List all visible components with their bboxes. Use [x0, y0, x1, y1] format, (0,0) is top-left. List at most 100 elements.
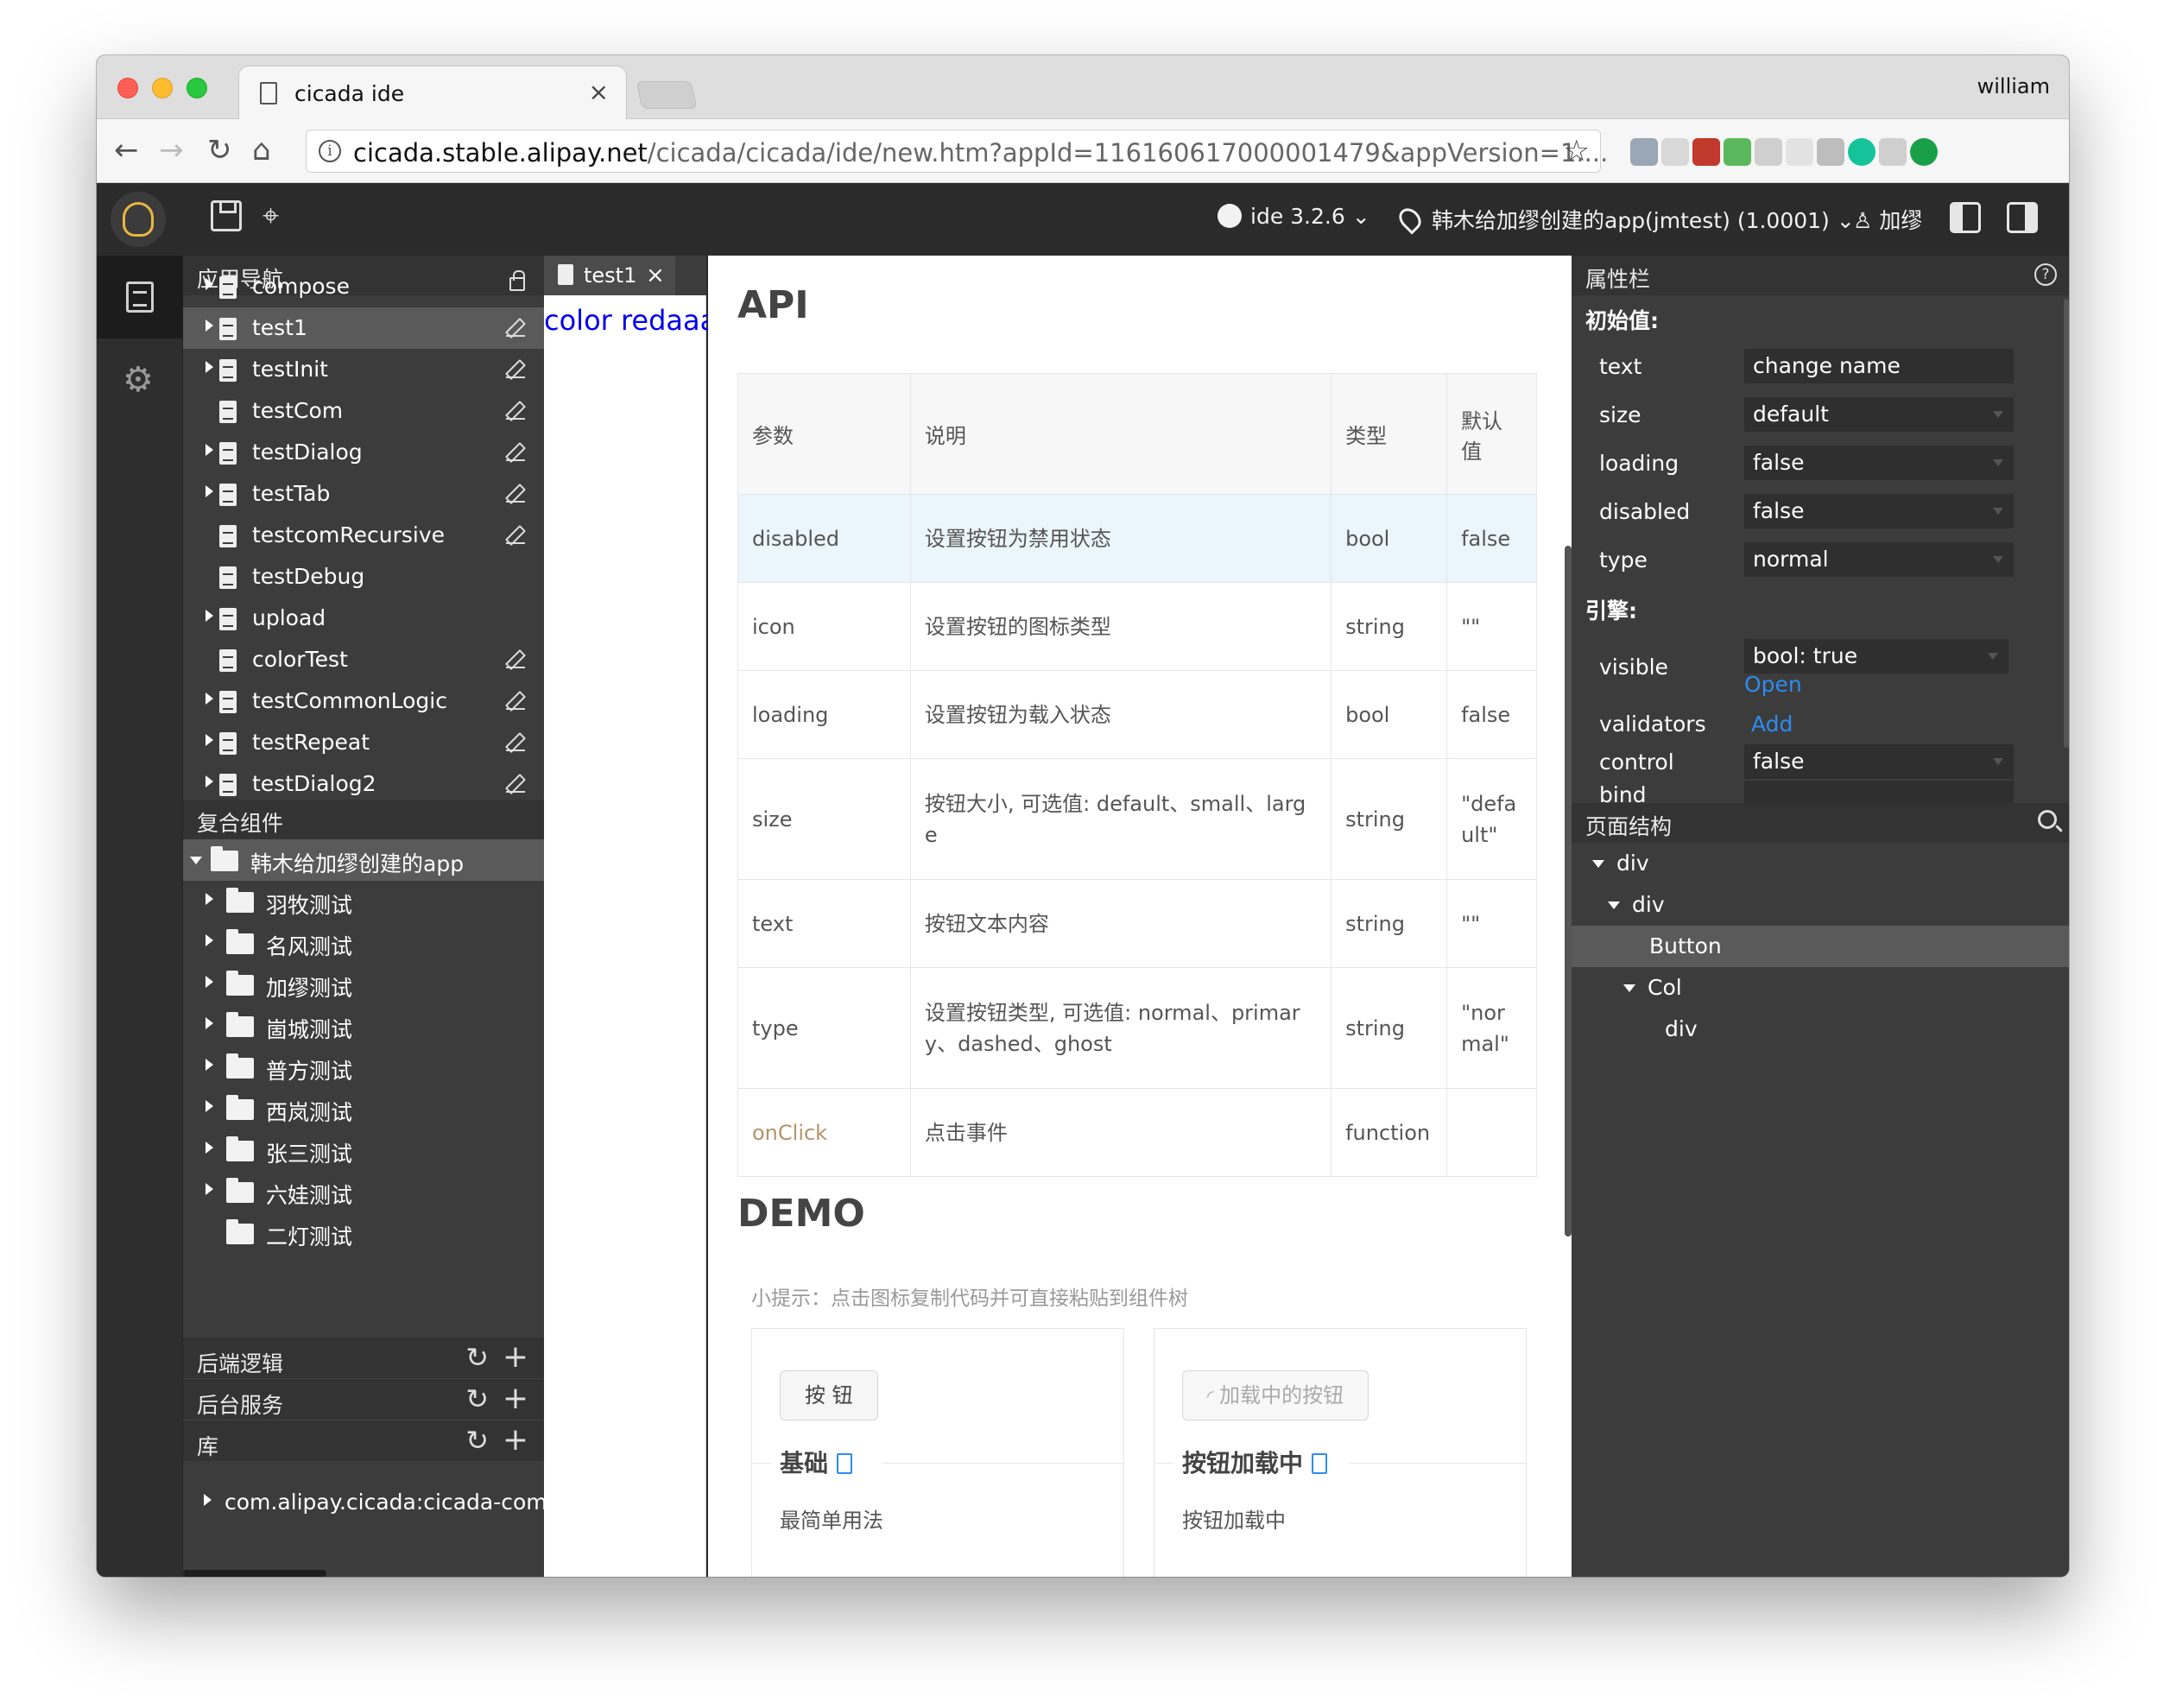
demo-basic-button[interactable]: 按 钮 — [780, 1370, 878, 1420]
page-item-testRepeat[interactable]: testRepeat — [183, 722, 544, 763]
tree-node-button[interactable]: Button — [1572, 926, 2069, 967]
reload-icon[interactable]: ↻ — [207, 131, 232, 169]
back-icon[interactable]: ← — [114, 131, 139, 169]
tree-node-div[interactable]: div — [1572, 1009, 2069, 1050]
bind-input[interactable] — [1744, 781, 2014, 803]
help-icon[interactable]: ? — [2034, 263, 2057, 286]
tree-node-div[interactable]: div — [1572, 884, 2069, 926]
component-folder-西岚测试[interactable]: 西岚测试 — [183, 1088, 544, 1129]
prop-input[interactable]: change name — [1744, 349, 2014, 383]
page-item-upload[interactable]: upload — [183, 598, 544, 639]
site-info-icon[interactable]: i — [319, 140, 341, 162]
expand-caret-icon[interactable] — [206, 1142, 213, 1154]
component-folder-二灯测试[interactable]: 二灯测试 — [183, 1212, 544, 1254]
update-icon[interactable] — [1910, 138, 1938, 166]
component-folder-名风测试[interactable]: 名风测试 — [183, 922, 544, 964]
backend-logic-section[interactable]: 后端逻辑 ↻ + — [183, 1338, 544, 1378]
expand-caret-icon[interactable] — [206, 976, 213, 988]
edit-icon[interactable] — [506, 482, 525, 503]
expand-caret-icon[interactable] — [206, 734, 213, 746]
settings-gear-icon[interactable]: ⚙ — [123, 363, 154, 397]
props-scrollbar[interactable] — [2064, 299, 2069, 748]
copy-code-icon[interactable] — [1312, 1453, 1328, 1474]
minimize-window-button[interactable] — [152, 78, 173, 98]
expand-caret-icon[interactable] — [206, 610, 213, 622]
expand-caret-icon[interactable] — [1592, 860, 1604, 868]
library-section[interactable]: 库 ↻ + — [183, 1421, 544, 1461]
close-tab-icon[interactable]: × — [589, 78, 609, 106]
prop-select[interactable]: false — [1744, 446, 2014, 480]
cicada-logo[interactable] — [111, 192, 166, 247]
expand-caret-icon[interactable] — [1608, 901, 1620, 909]
forward-icon[interactable]: → — [159, 131, 184, 169]
extension-icon-7[interactable] — [1817, 138, 1844, 166]
add-icon[interactable]: + — [503, 1339, 528, 1375]
edit-icon[interactable] — [506, 772, 525, 793]
app-selector-dropdown[interactable]: 韩木给加缪创建的app(jmtest) (1.0001) ⌄ — [1395, 204, 1855, 235]
page-item-testInit[interactable]: testInit — [183, 349, 544, 390]
expand-caret-icon[interactable] — [206, 278, 213, 290]
expand-caret-icon[interactable] — [1623, 984, 1635, 992]
search-extension-icon[interactable] — [1630, 138, 1658, 166]
activity-pages[interactable] — [97, 256, 183, 338]
copy-code-icon[interactable] — [837, 1453, 853, 1474]
add-icon[interactable]: + — [503, 1381, 528, 1416]
extension-icon-4[interactable] — [1724, 138, 1751, 166]
expand-caret-icon[interactable] — [206, 319, 213, 332]
page-item-testTab[interactable]: testTab — [183, 473, 544, 515]
page-item-testDialog2[interactable]: testDialog2 — [183, 763, 544, 805]
horizontal-scrollbar[interactable] — [183, 1570, 326, 1577]
edit-icon[interactable] — [506, 731, 525, 751]
component-folder-六娃测试[interactable]: 六娃测试 — [183, 1171, 544, 1212]
expand-caret-icon[interactable] — [206, 1059, 213, 1071]
app-folder-row[interactable]: 韩木给加缪创建的app — [183, 839, 544, 881]
search-icon[interactable] — [2038, 810, 2057, 829]
refresh-icon[interactable]: ↻ — [465, 1382, 489, 1415]
address-bar[interactable]: i cicada.stable.alipay.net/cicada/cicada… — [306, 130, 1608, 173]
tree-node-col[interactable]: Col — [1572, 967, 2069, 1009]
prop-select[interactable]: default — [1744, 397, 2014, 432]
tag-icon[interactable]: ⌖ — [263, 200, 294, 231]
page-item-testCom[interactable]: testCom — [183, 390, 544, 432]
expand-caret-icon[interactable] — [206, 361, 213, 373]
visible-open-link[interactable]: Open — [1744, 672, 1802, 697]
extension-icon-9[interactable] — [1879, 138, 1907, 166]
expand-caret-icon[interactable] — [206, 775, 213, 788]
backend-service-section[interactable]: 后台服务 ↻ + — [183, 1380, 544, 1420]
user-menu[interactable]: ♙ 加缪 — [1853, 204, 1922, 235]
component-folder-羽牧测试[interactable]: 羽牧测试 — [183, 881, 544, 922]
component-folder-加缪测试[interactable]: 加缪测试 — [183, 964, 544, 1005]
prop-select[interactable]: normal — [1744, 542, 2014, 577]
ide-version-dropdown[interactable]: ide 3.2.6 ⌄ — [1218, 204, 1370, 229]
expand-caret-icon[interactable] — [206, 934, 213, 946]
edit-icon[interactable] — [506, 689, 525, 710]
edit-icon[interactable] — [506, 523, 525, 544]
library-item[interactable]: com.alipay.cicada:cicada-comm — [183, 1482, 544, 1523]
tree-node-div[interactable]: div — [1572, 843, 2069, 884]
edit-icon[interactable] — [506, 440, 525, 461]
fullscreen-window-button[interactable] — [187, 78, 207, 98]
edit-icon[interactable] — [506, 399, 525, 420]
edit-icon[interactable] — [506, 316, 525, 337]
page-item-colorTest[interactable]: colorTest — [183, 639, 544, 680]
expand-caret-icon[interactable] — [206, 485, 213, 497]
new-tab-button[interactable] — [636, 81, 698, 109]
page-item-compose[interactable]: compose — [183, 266, 544, 307]
editor-tab-test1[interactable]: test1 × — [544, 256, 675, 295]
expand-caret-icon[interactable] — [206, 893, 213, 905]
edit-icon[interactable] — [506, 648, 525, 668]
refresh-icon[interactable]: ↻ — [465, 1341, 489, 1374]
edit-icon[interactable] — [506, 357, 525, 378]
expand-caret-icon[interactable] — [206, 693, 213, 705]
toggle-right-panel-icon[interactable] — [2007, 202, 2038, 233]
validators-add-link[interactable]: Add — [1751, 712, 1793, 737]
page-item-testcomRecursive[interactable]: testcomRecursive — [183, 515, 544, 556]
extension-icon-3[interactable] — [1692, 138, 1720, 166]
prop-select[interactable]: false — [1744, 494, 2014, 528]
extension-icon-2[interactable] — [1661, 138, 1689, 166]
demo-loading-button[interactable]: ◜ 加载中的按钮 — [1182, 1370, 1369, 1420]
component-folder-崮城测试[interactable]: 崮城测试 — [183, 1005, 544, 1047]
component-folder-普方测试[interactable]: 普方测试 — [183, 1047, 544, 1088]
close-tab-icon[interactable]: × — [646, 263, 665, 288]
expand-caret-icon[interactable] — [206, 1183, 213, 1195]
